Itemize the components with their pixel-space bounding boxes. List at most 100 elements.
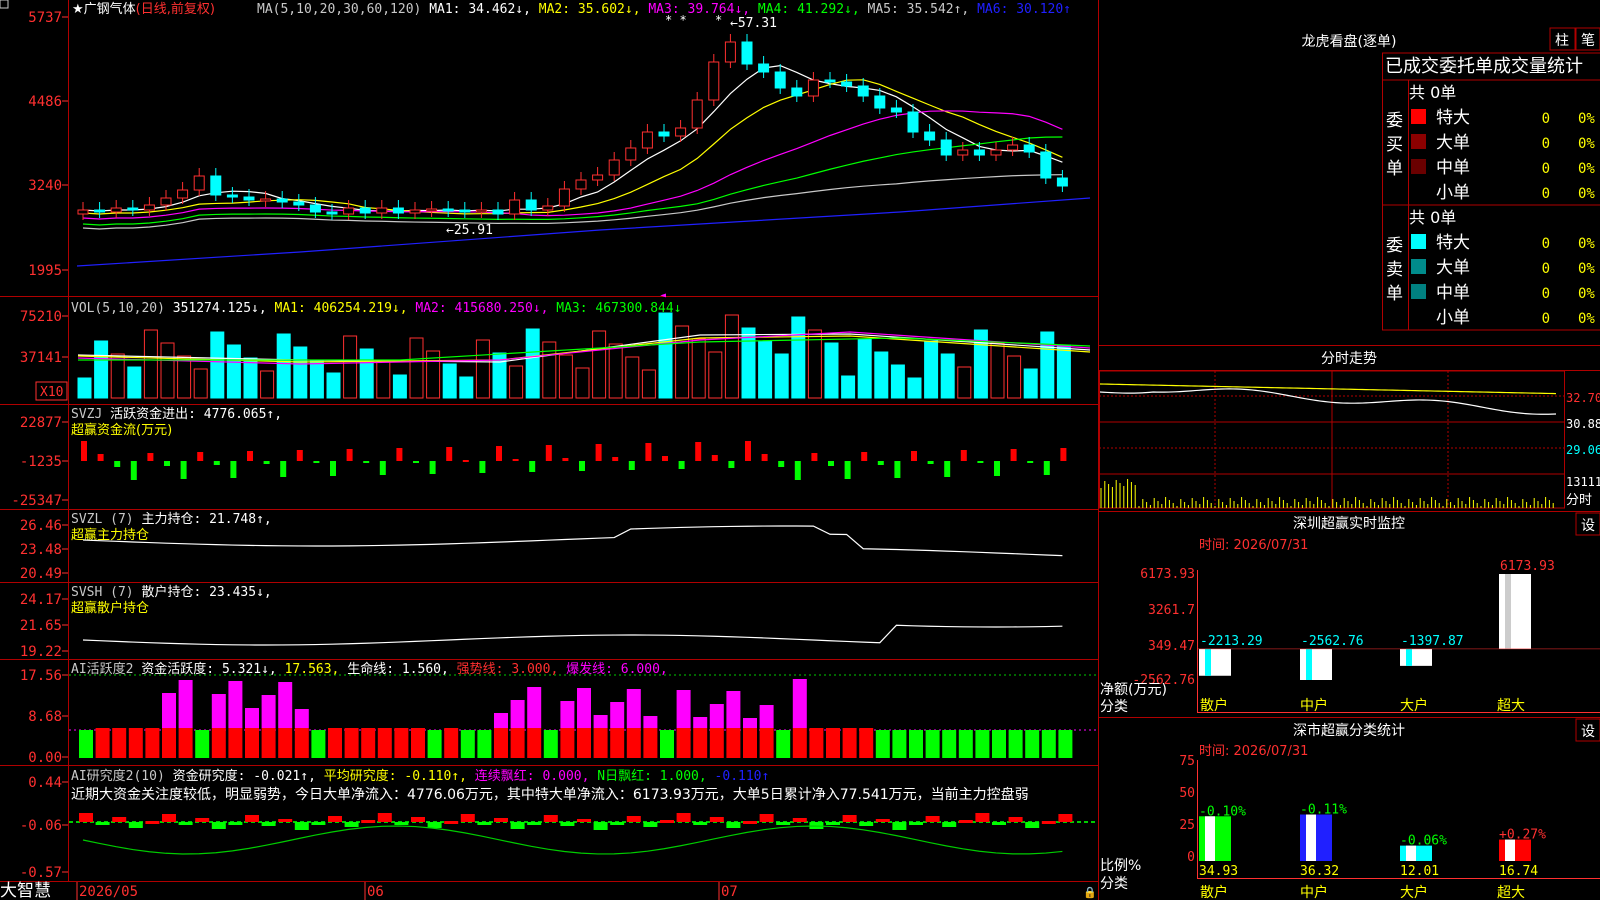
active-top-bar: [245, 708, 259, 728]
active-top-bar: [743, 718, 757, 728]
header-segment: SVZL (7): [71, 512, 134, 527]
svzj-flow-bars[interactable]: [81, 441, 1067, 480]
research-bar: [909, 822, 923, 825]
flow-bar: [130, 461, 137, 480]
header-segment: MA1: 34.462↓,: [421, 2, 531, 17]
svzl-header: SVZL (7) 主力持仓: 21.748↑,: [71, 512, 272, 527]
volume-bars[interactable]: [77, 312, 1071, 399]
order-count: 0: [1542, 286, 1550, 302]
order-count: 0: [1542, 111, 1550, 127]
research-axis-label: -0.06: [20, 818, 62, 834]
active-bar: [875, 730, 890, 758]
active-top-bar: [211, 694, 226, 728]
header-segment: MA(5,10,20,30,60,120): [257, 2, 421, 17]
header-segment: 351274.125↓,: [165, 301, 267, 316]
flow-bar: [230, 461, 237, 478]
active-bar: [759, 728, 774, 758]
flow-bar: [927, 461, 934, 464]
legend-swatch: [1411, 134, 1426, 149]
research-bar: [411, 817, 425, 822]
volume-bar: [741, 327, 756, 399]
active-bar: [792, 728, 807, 758]
volume-bar: [907, 377, 922, 399]
corner-box-icon[interactable]: [0, 0, 9, 9]
active-bar: [676, 728, 691, 758]
flow-bar: [197, 452, 204, 461]
volume-bar: [293, 346, 308, 399]
intraday-vol-unit: 分时: [1566, 493, 1592, 508]
active-bar: [809, 728, 824, 758]
volume-bar: [442, 363, 457, 399]
candle: [957, 149, 969, 156]
volume-bar: [343, 335, 358, 399]
research-bar: [245, 815, 259, 822]
buy-rows: 特大 0 0% 大单 0 0% 中单 0 0% 小单 0 0%: [1411, 108, 1595, 203]
active-bar: [477, 730, 492, 758]
active-top-bar: [560, 701, 575, 728]
class-stats-panel: 深市超赢分类统计 设 时间: 2026/07/31 75 50 25 0 比例%…: [1099, 717, 1600, 900]
research-bar: [726, 822, 741, 828]
research-bar: [195, 818, 210, 822]
order-class-label: 特大: [1436, 233, 1470, 253]
research-bar: [925, 816, 940, 822]
price-axis-label: 3240: [28, 178, 62, 194]
flow-bar: [612, 457, 619, 461]
active-top-bar: [294, 709, 309, 728]
lock-icon[interactable]: 🔒: [1083, 886, 1097, 899]
active-bar: [211, 728, 226, 758]
volume-bar: [509, 365, 524, 399]
active-bar: [245, 728, 259, 758]
class-axis-label: 25: [1179, 818, 1195, 833]
candle: [475, 209, 487, 213]
flow-bar: [1043, 461, 1050, 475]
flow-bar: [628, 461, 635, 470]
research-bars[interactable]: [79, 813, 1073, 855]
stock-mode: (日线,前复权): [136, 1, 215, 17]
active-bars[interactable]: [79, 679, 1073, 758]
candle: [409, 209, 421, 214]
ratio-category: 超大: [1497, 885, 1525, 900]
legend-swatch: [1411, 109, 1426, 124]
vol-unit-label: X10: [40, 385, 63, 400]
sz-axis-label: 6173.93: [1140, 567, 1195, 582]
research-bar: [344, 822, 359, 827]
flow-bar: [977, 461, 984, 463]
candle: [94, 209, 106, 213]
research-bar: [444, 821, 459, 824]
research-bar: [377, 813, 392, 822]
research-bar: [112, 817, 127, 822]
research-bar: [593, 822, 608, 830]
candle: [841, 81, 853, 87]
candle: [575, 179, 587, 190]
candle: [459, 209, 471, 213]
candle: [691, 99, 703, 129]
research-bar: [826, 822, 840, 825]
active-bar: [195, 730, 210, 758]
flow-bar: [114, 461, 121, 467]
intraday-axis-label: 30.88: [1566, 417, 1600, 431]
flow-bar: [263, 461, 270, 464]
net-flow-bar-stripe: [1306, 648, 1312, 680]
column-mode-label: 柱: [1555, 33, 1569, 49]
flow-bar: [379, 461, 386, 475]
active-bar: [328, 728, 342, 758]
volume-bar: [774, 353, 789, 399]
active-bar: [992, 730, 1006, 758]
volume-bar: [957, 366, 972, 399]
research-bar: [693, 822, 708, 825]
candle: [276, 198, 288, 203]
research-bar: [527, 822, 542, 825]
volume-bar: [608, 343, 623, 399]
candle: [758, 63, 770, 73]
header-segment: MA2: 35.602↓,: [531, 2, 641, 17]
flow-bar: [330, 461, 336, 476]
volume-bar: [940, 353, 955, 399]
candle: [309, 204, 321, 213]
flow-bar: [413, 461, 419, 463]
svzj-axis-label: 22877: [20, 415, 62, 431]
header-segment: 主力持仓: 21.748↑,: [134, 512, 272, 527]
order-count: 0: [1542, 236, 1550, 252]
svg-text:买: 买: [1386, 135, 1403, 155]
active-top-bar: [626, 689, 641, 728]
research-bar: [958, 820, 973, 823]
